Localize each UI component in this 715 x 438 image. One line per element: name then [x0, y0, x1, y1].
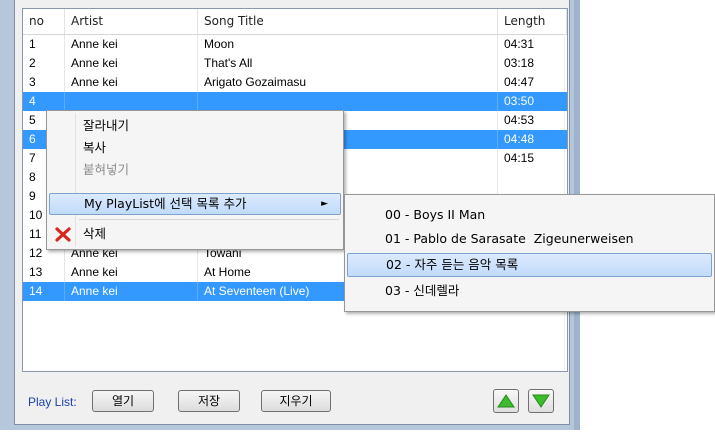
playlist-submenu: 00 - Boys II Man 01 - Pablo de Sarasate …: [344, 194, 715, 312]
cell-no: 3: [23, 73, 65, 92]
cell-artist: Anne kei: [65, 73, 198, 92]
red-x-icon: [55, 227, 71, 242]
table-row[interactable]: 4 03:50: [23, 92, 567, 111]
cell-length: 04:53: [504, 113, 535, 127]
cell-artist: Anne kei: [65, 35, 198, 54]
bottom-toolbar: Play List: 열기 저장 지우기: [22, 382, 566, 418]
cell-title: That's All: [198, 54, 498, 73]
column-header-no[interactable]: no: [23, 9, 65, 34]
submenu-item-playlist-01[interactable]: 01 - Pablo de Sarasate Zigeunerweisen: [347, 227, 712, 251]
menu-item-delete-label: 삭제: [83, 226, 107, 241]
submenu-item-playlist-03[interactable]: 03 - 신데렐라: [347, 279, 712, 303]
cell-length: 03:18: [504, 56, 535, 70]
cell-length: [498, 168, 567, 187]
green-up-arrow-icon: [497, 394, 515, 408]
cell-length: 03:50: [504, 94, 535, 108]
cell-title: Arigato Gozaimasu: [198, 73, 498, 92]
menu-item-paste[interactable]: 붙혀넣기: [49, 159, 341, 181]
cell-artist: Anne kei: [65, 263, 198, 282]
cell-no: 4: [23, 92, 65, 111]
column-header-artist[interactable]: Artist: [65, 9, 198, 34]
menu-item-add-to-playlist[interactable]: My PlayList에 선택 목록 추가 ►: [49, 193, 341, 215]
open-button[interactable]: 열기: [92, 390, 154, 412]
clear-button[interactable]: 지우기: [261, 390, 331, 412]
cell-artist: [65, 92, 198, 111]
column-header-title[interactable]: Song Title: [198, 9, 498, 34]
save-button[interactable]: 저장: [178, 390, 240, 412]
menu-separator: [79, 219, 339, 220]
cell-artist: Anne kei: [65, 54, 198, 73]
table-row[interactable]: 3 Anne kei Arigato Gozaimasu 04:47: [23, 73, 567, 92]
cell-length: 04:47: [504, 75, 535, 89]
column-header-length[interactable]: Length: [498, 9, 567, 34]
table-row[interactable]: 1 Anne kei Moon 04:31: [23, 35, 567, 54]
move-up-button[interactable]: [493, 389, 519, 413]
cell-no: 1: [23, 35, 65, 54]
submenu-arrow-icon: ►: [321, 199, 328, 209]
cell-no: 13: [23, 263, 65, 282]
move-down-button[interactable]: [528, 389, 554, 413]
menu-item-add-to-playlist-label: My PlayList에 선택 목록 추가: [84, 196, 247, 211]
cell-length: 04:15: [504, 151, 535, 165]
cell-title: Moon: [198, 35, 498, 54]
cell-title: [198, 92, 498, 111]
context-menu: 잘라내기 복사 붙혀넣기 My PlayList에 선택 목록 추가 ► 삭제: [46, 110, 344, 250]
cell-no: 14: [23, 282, 65, 301]
list-header: no Artist Song Title Length: [23, 9, 567, 35]
menu-item-copy[interactable]: 복사: [49, 137, 341, 159]
menu-item-delete[interactable]: 삭제: [49, 223, 341, 245]
cell-no: 2: [23, 54, 65, 73]
playlist-label: Play List:: [28, 395, 77, 409]
menu-item-cut[interactable]: 잘라내기: [49, 115, 341, 137]
green-down-arrow-icon: [532, 394, 550, 408]
submenu-item-playlist-00[interactable]: 00 - Boys II Man: [347, 203, 712, 227]
cell-length: 04:31: [504, 37, 535, 51]
cell-length: 04:48: [504, 132, 535, 146]
cell-artist: Anne kei: [65, 282, 198, 301]
submenu-item-playlist-02[interactable]: 02 - 자주 듣는 음악 목록: [347, 253, 712, 277]
table-row[interactable]: 2 Anne kei That's All 03:18: [23, 54, 567, 73]
